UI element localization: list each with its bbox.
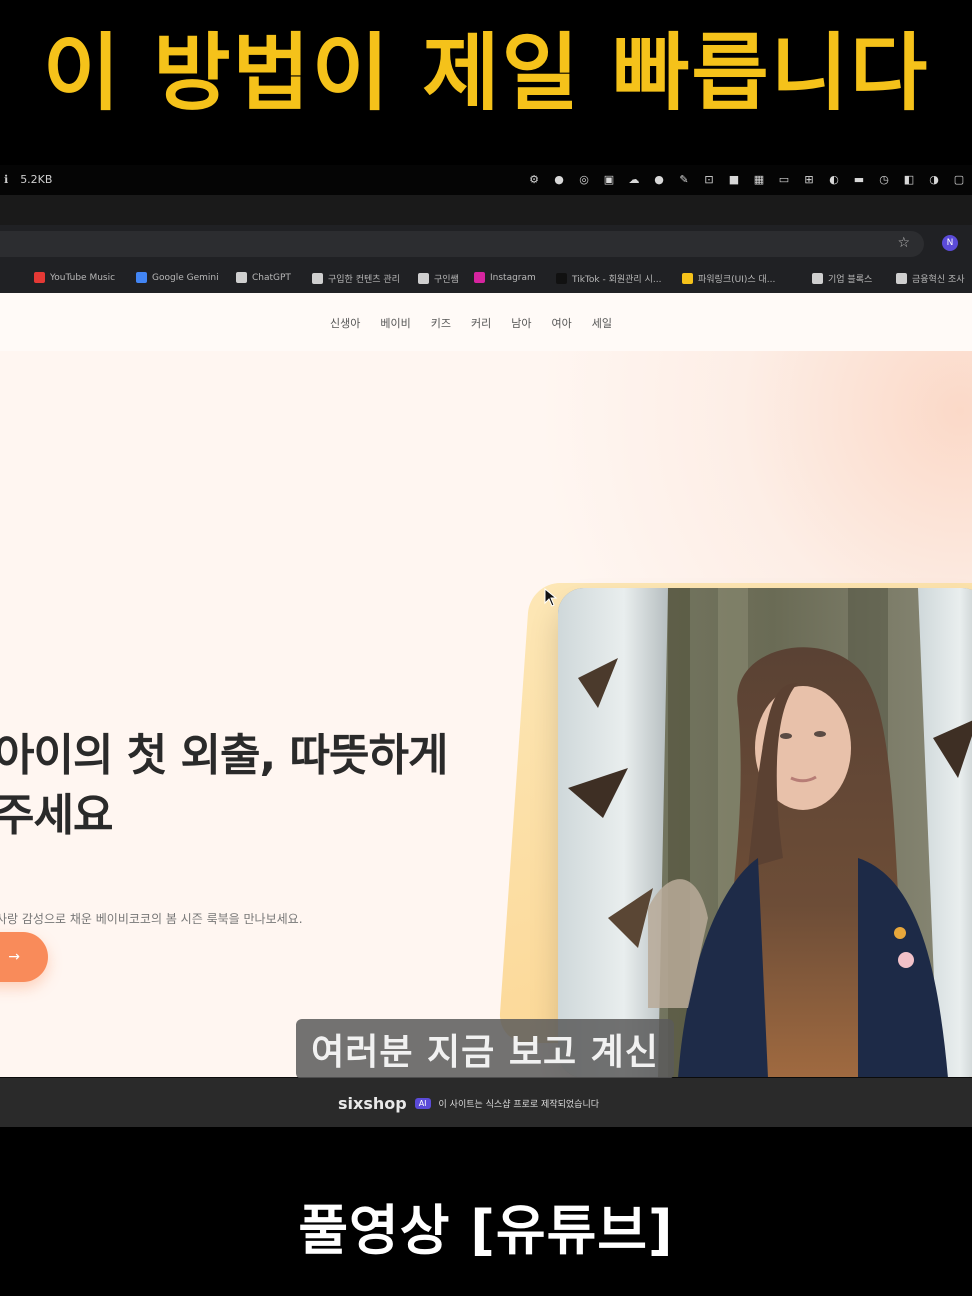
hero-title-line2: 주세요 (0, 790, 113, 841)
tray-dot-icon[interactable]: ● (652, 172, 666, 186)
girl-in-forest-image (558, 588, 972, 1077)
browser-tab-strip (0, 195, 972, 225)
hero-subtitle: 사랑 감성으로 채운 베이비코코의 봄 시즌 룩북을 만나보세요. (0, 912, 303, 926)
system-tray: ⚙ ● ◎ ▣ ☁ ● ✎ ⊡ ■ ▦ ▭ ⊞ ◐ ▬ ◷ ◧ ◑ ▢ (527, 172, 966, 186)
site-nav-item[interactable]: 신생아 (330, 315, 360, 331)
tray-bag-icon[interactable]: ⊞ (802, 172, 816, 186)
bookmark-label: 구입한 컨텐츠 관리 (328, 275, 400, 285)
site-nav-item[interactable]: 베이비 (380, 315, 410, 331)
os-info-icon[interactable]: ℹ (4, 173, 8, 186)
mouse-cursor-icon (544, 588, 558, 607)
bookmark-favicon-icon (236, 272, 247, 283)
bookmark-favicon-icon (812, 273, 823, 284)
tray-cloud-icon[interactable]: ☁ (627, 172, 641, 186)
tray-capture-icon[interactable]: ⊡ (702, 172, 716, 186)
bookmark-label: 구인쌤 (434, 275, 459, 285)
site-nav-item[interactable]: 여아 (552, 315, 572, 331)
bookmark-item[interactable]: Google Gemini (136, 272, 219, 283)
tray-moon-icon[interactable]: ◑ (927, 172, 941, 186)
bookmark-favicon-icon (556, 273, 567, 284)
ai-badge: AI (414, 1098, 431, 1109)
os-menu-bar: ℹ 5.2KB ⚙ ● ◎ ▣ ☁ ● ✎ ⊡ ■ ▦ ▭ ⊞ ◐ ▬ ◷ ◧ … (0, 165, 972, 195)
bookmark-label: 파워링크(UI)스 대... (698, 275, 776, 285)
hero-title: 아이의 첫 외출, 따뜻하게 주세요 (0, 726, 514, 846)
bookmark-item[interactable]: ChatGPT (236, 272, 291, 283)
tray-color-icon[interactable]: ◐ (827, 172, 841, 186)
site-footer-banner: sixshop AI 이 사이트는 식스샵 프로로 제작되었습니다 (0, 1078, 972, 1127)
bookmark-favicon-icon (474, 272, 485, 283)
bookmark-item[interactable]: YouTube Music (34, 272, 115, 283)
bottom-caption: 풀영상 [유튜브] (298, 1198, 674, 1262)
sixshop-logo[interactable]: sixshop (338, 1094, 407, 1113)
tray-settings-icon[interactable]: ⚙ (527, 172, 541, 186)
hero-title-line1: 아이의 첫 외출, 따뜻하게 (0, 730, 448, 781)
bookmarks-bar: YouTube Music Google Gemini ChatGPT 구입한 컨텐츠… (0, 263, 972, 293)
video-subtitle: 여러분 지금 보고 계신 (296, 1019, 674, 1079)
site-nav-item[interactable]: 남아 (511, 315, 531, 331)
tray-display-icon[interactable]: ▭ (777, 172, 791, 186)
tray-record-icon[interactable]: ● (552, 172, 566, 186)
tray-shield-icon[interactable]: ◎ (577, 172, 591, 186)
bookmark-item[interactable]: 기업 블록스 (812, 272, 872, 285)
bookmark-label: ChatGPT (252, 272, 291, 283)
bookmark-label: TikTok - 회원관리 시... (572, 275, 662, 285)
bookmark-label: 기업 블록스 (828, 275, 873, 285)
bookmark-favicon-icon (682, 273, 693, 284)
tray-grid-icon[interactable]: ▦ (752, 172, 766, 186)
screen-recording: ℹ 5.2KB ⚙ ● ◎ ▣ ☁ ● ✎ ⊡ ■ ▦ ▭ ⊞ ◐ ▬ ◷ ◧ … (0, 165, 972, 1127)
site-nav-item[interactable]: 키즈 (431, 315, 451, 331)
bookmark-item[interactable]: 구입한 컨텐츠 관리 (312, 272, 400, 285)
bookmark-item[interactable]: TikTok - 회원관리 시... (556, 272, 661, 285)
bookmark-item[interactable]: 파워링크(UI)스 대... (682, 272, 775, 285)
bookmark-item[interactable]: 구인쌤 (418, 272, 459, 285)
bookmark-label: YouTube Music (50, 272, 116, 283)
bookmark-item[interactable]: 금융혁신 조사 (896, 272, 965, 285)
hero-cta-button[interactable]: → (0, 932, 48, 982)
top-caption: 이 방법이 제일 빠릅니다 (42, 23, 930, 122)
webpage: 신생아 베이비 키즈 커리 남아 여아 세일 아이의 첫 외출, 따뜻하게 주세… (0, 293, 972, 1077)
tray-pen-icon[interactable]: ✎ (677, 172, 691, 186)
bookmark-item[interactable]: Instagram (474, 272, 536, 283)
tray-square-icon[interactable]: ■ (727, 172, 741, 186)
bookmark-favicon-icon (34, 272, 45, 283)
bookmark-favicon-icon (312, 273, 323, 284)
footer-text: 이 사이트는 식스샵 프로로 제작되었습니다 (438, 1100, 600, 1110)
tray-window-icon[interactable]: ▣ (602, 172, 616, 186)
address-input[interactable] (0, 231, 924, 257)
tray-drive-icon[interactable]: ▬ (852, 172, 866, 186)
bookmark-label: 금융혁신 조사 (912, 275, 965, 285)
bookmark-favicon-icon (896, 273, 907, 284)
bookmark-favicon-icon (418, 273, 429, 284)
extension-icon[interactable]: N (942, 235, 958, 251)
bookmark-favicon-icon (136, 272, 147, 283)
hero-photo (558, 588, 972, 1077)
tray-control-icon[interactable]: ▢ (952, 172, 966, 186)
site-nav-item[interactable]: 커리 (471, 315, 491, 331)
bookmark-star-icon[interactable]: ☆ (897, 235, 910, 251)
bookmark-label: Google Gemini (152, 272, 219, 283)
bookmark-label: Instagram (490, 272, 536, 283)
site-nav-item[interactable]: 세일 (592, 315, 612, 331)
browser-toolbar: ☆ N (0, 225, 972, 263)
tray-clock-icon[interactable]: ◷ (877, 172, 891, 186)
arrow-right-icon: → (8, 949, 20, 965)
site-navigation: 신생아 베이비 키즈 커리 남아 여아 세일 (0, 293, 972, 352)
os-network-readout: 5.2KB (20, 173, 53, 186)
tray-toggle-icon[interactable]: ◧ (902, 172, 916, 186)
